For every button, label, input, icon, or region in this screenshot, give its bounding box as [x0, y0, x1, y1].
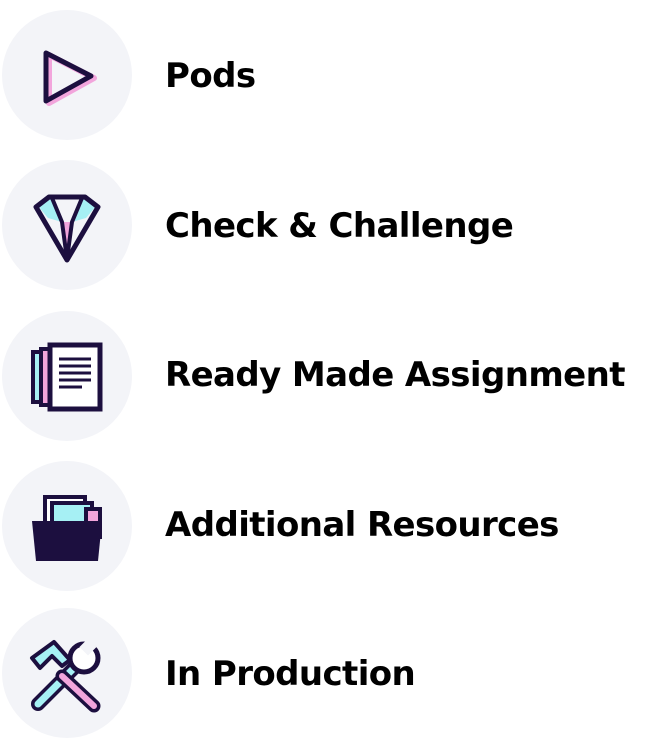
- legend-item-check-challenge: Check & Challenge: [0, 160, 649, 290]
- legend-label: Ready Made Assignment: [165, 355, 625, 395]
- legend-item-additional-resources: Additional Resources: [0, 461, 649, 591]
- legend-label: In Production: [165, 654, 416, 694]
- legend-item-ready-made-assignment: Ready Made Assignment: [0, 311, 649, 441]
- play-icon: [2, 10, 132, 140]
- legend-item-pods: Pods: [0, 10, 649, 140]
- legend-label: Pods: [165, 56, 256, 96]
- document-icon: [2, 311, 132, 441]
- legend-label: Additional Resources: [165, 505, 559, 545]
- legend-label: Check & Challenge: [165, 206, 514, 246]
- legend-item-in-production: In Production: [0, 608, 649, 738]
- folder-icon: [2, 461, 132, 591]
- tools-icon: [2, 608, 132, 738]
- legend-list: Pods Check & Challenge Ready Made Assign…: [0, 0, 649, 738]
- diamond-icon: [2, 160, 132, 290]
